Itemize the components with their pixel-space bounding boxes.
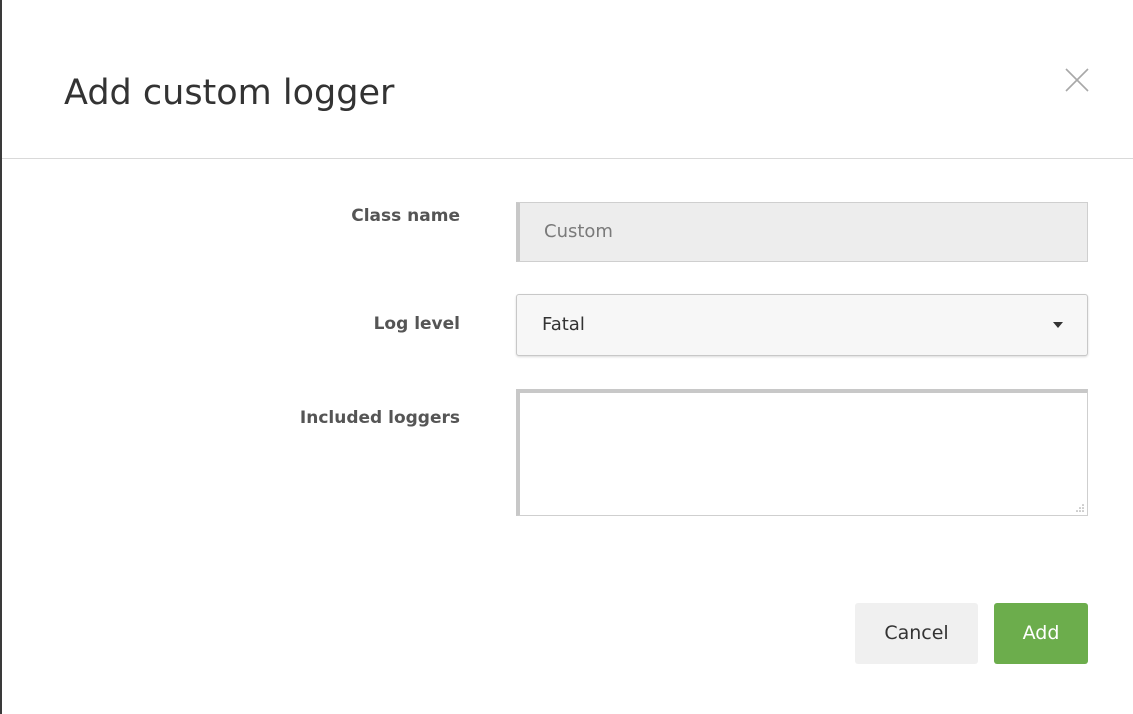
cancel-button[interactable]: Cancel [855, 603, 978, 664]
included-loggers-label: Included loggers [299, 408, 460, 428]
close-icon[interactable] [1063, 66, 1091, 94]
class-name-value: Custom [544, 221, 613, 242]
add-button[interactable]: Add [994, 603, 1088, 664]
log-level-select[interactable]: Fatal [516, 294, 1088, 356]
log-level-selected-value: Fatal [542, 314, 585, 335]
dialog-title: Add custom logger [64, 73, 395, 113]
log-level-label: Log level [373, 314, 460, 334]
class-name-label: Class name [351, 206, 460, 226]
caret-down-icon [1053, 322, 1063, 328]
resize-grip-icon[interactable] [1074, 502, 1084, 512]
included-loggers-textarea[interactable] [516, 389, 1088, 516]
dialog-header: Add custom logger [2, 0, 1133, 159]
add-custom-logger-dialog: Add custom logger Class name Custom Log … [0, 0, 1133, 714]
class-name-field[interactable]: Custom [516, 202, 1088, 262]
